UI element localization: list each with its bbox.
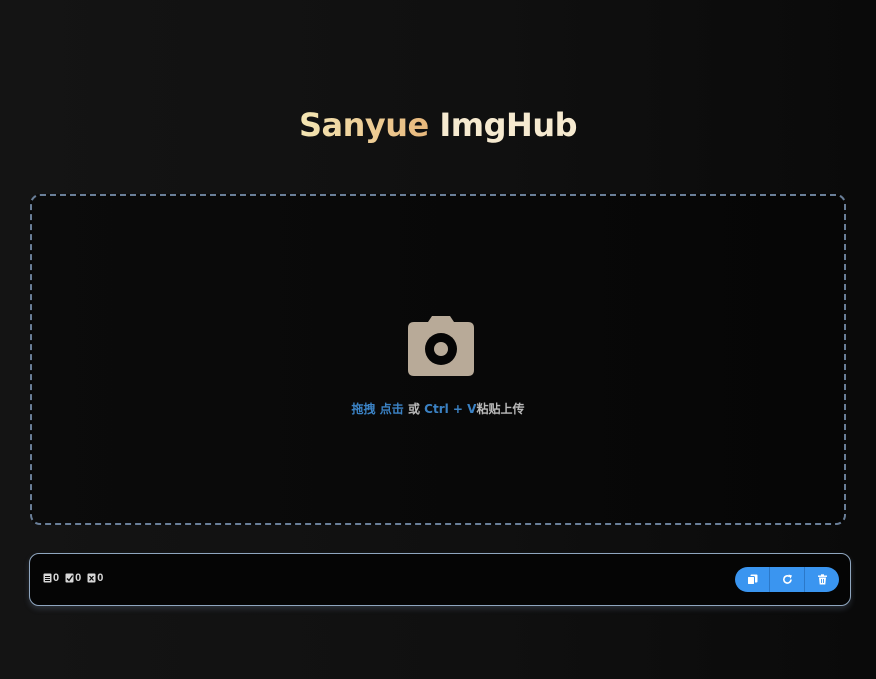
camera-icon [408, 316, 474, 376]
drag-text: 拖拽 [351, 402, 376, 416]
or-text: 或 [407, 402, 420, 416]
retry-icon [782, 574, 792, 584]
title-product: ImgHub [439, 106, 578, 144]
check-icon [65, 573, 74, 583]
error-icon [87, 573, 96, 583]
copy-icon [746, 574, 757, 585]
shortcut-text: Ctrl + V [424, 402, 477, 416]
trash-icon [817, 574, 827, 585]
upload-hint: 拖拽 点击 或 Ctrl + V粘贴上传 [32, 400, 844, 417]
stat-success-value: 0 [75, 572, 82, 584]
upload-status-bar: 0 0 0 [29, 553, 851, 606]
copy-button[interactable] [735, 567, 770, 592]
stat-failed: 0 [87, 572, 103, 584]
paste-text: 粘贴上传 [476, 402, 525, 416]
app-title: Sanyue ImgHub [0, 106, 876, 144]
stat-failed-value: 0 [97, 572, 104, 584]
upload-stats: 0 0 0 [43, 572, 103, 584]
clear-button[interactable] [805, 567, 839, 592]
upload-dropzone[interactable]: 拖拽 点击 或 Ctrl + V粘贴上传 [30, 194, 846, 525]
title-brand: Sanyue [298, 106, 429, 144]
stat-success: 0 [65, 572, 81, 584]
action-group [735, 567, 839, 592]
list-icon [43, 573, 52, 583]
retry-button[interactable] [770, 567, 805, 592]
click-text[interactable]: 点击 [380, 402, 404, 416]
stat-total: 0 [43, 572, 59, 584]
stat-total-value: 0 [53, 572, 60, 584]
